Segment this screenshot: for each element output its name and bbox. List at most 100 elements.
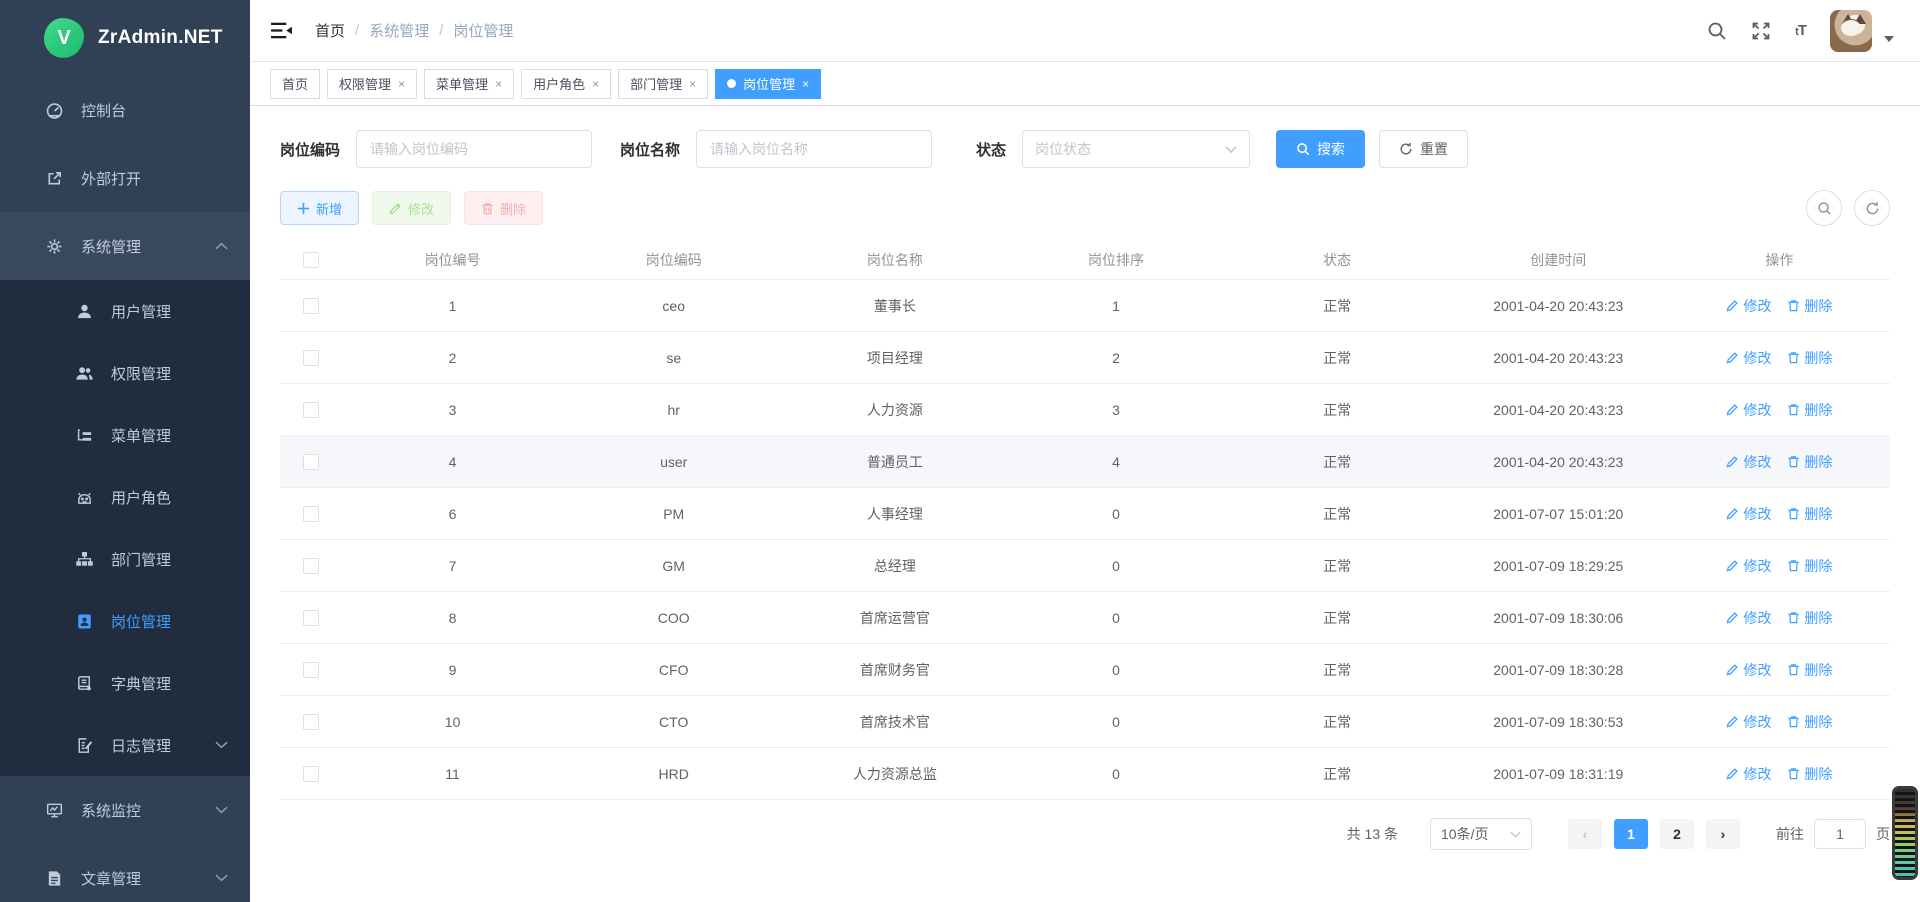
delete-link[interactable]: 删除 [1787, 296, 1832, 316]
sidebar-item-post-management[interactable]: 岗位管理 [0, 590, 250, 652]
sidebar-item-department-management[interactable]: 部门管理 [0, 528, 250, 590]
search-icon[interactable] [1707, 21, 1727, 41]
tab-permission[interactable]: 权限管理 × [327, 69, 417, 99]
page-button-2[interactable]: 2 [1660, 819, 1694, 849]
font-size-icon[interactable]: tT [1795, 22, 1806, 39]
row-checkbox[interactable] [303, 350, 319, 366]
delete-link[interactable]: 删除 [1787, 608, 1832, 628]
edit-link[interactable]: 修改 [1726, 400, 1771, 420]
external-link-icon [44, 168, 64, 188]
sidebar-item-system-monitoring[interactable]: 系统监控 [0, 776, 250, 844]
prev-page-button[interactable]: ‹ [1568, 819, 1602, 849]
cell-post-sort: 2 [1005, 350, 1226, 366]
edit-link[interactable]: 修改 [1726, 452, 1771, 472]
sidebar-item-log-management[interactable]: 日志管理 [0, 714, 250, 776]
delete-link[interactable]: 删除 [1787, 348, 1832, 368]
row-checkbox[interactable] [303, 662, 319, 678]
sidebar-item-dashboard[interactable]: 控制台 [0, 76, 250, 144]
search-button[interactable]: 搜索 [1276, 130, 1365, 168]
row-checkbox[interactable] [303, 610, 319, 626]
delete-link[interactable]: 删除 [1787, 452, 1832, 472]
edit-link[interactable]: 修改 [1726, 348, 1771, 368]
goto-page-input[interactable] [1814, 819, 1866, 849]
refresh-icon[interactable] [1854, 190, 1890, 226]
post-code-input[interactable] [356, 130, 592, 168]
status-select[interactable]: 岗位状态 [1022, 130, 1250, 168]
table-row[interactable]: 7 GM 总经理 0 正常 2001-07-09 18:29:25 修改 删除 [280, 540, 1890, 592]
collapse-sidebar-icon[interactable] [270, 21, 293, 40]
breadcrumb-home[interactable]: 首页 [315, 20, 345, 41]
sidebar-item-system-management[interactable]: 系统管理 [0, 212, 250, 280]
top-bar: 首页 / 系统管理 / 岗位管理 tT [250, 0, 1920, 62]
delete-link[interactable]: 删除 [1787, 764, 1832, 784]
sidebar-item-menu-management[interactable]: 菜单管理 [0, 404, 250, 466]
reset-button[interactable]: 重置 [1379, 130, 1468, 168]
tab-user-role[interactable]: 用户角色 × [521, 69, 611, 99]
cell-status: 正常 [1227, 660, 1448, 680]
table-row[interactable]: 6 PM 人事经理 0 正常 2001-07-07 15:01:20 修改 删除 [280, 488, 1890, 540]
table-row[interactable]: 1 ceo 董事长 1 正常 2001-04-20 20:43:23 修改 删除 [280, 280, 1890, 332]
sidebar-item-label: 岗位管理 [111, 611, 171, 632]
delete-button[interactable]: 删除 [464, 191, 543, 225]
row-checkbox[interactable] [303, 714, 319, 730]
edit-link[interactable]: 修改 [1726, 296, 1771, 316]
caret-down-icon[interactable] [1884, 36, 1894, 42]
delete-link[interactable]: 删除 [1787, 660, 1832, 680]
edit-link[interactable]: 修改 [1726, 660, 1771, 680]
cell-post-id: 3 [342, 402, 563, 418]
delete-link[interactable]: 删除 [1787, 556, 1832, 576]
add-button[interactable]: 新增 [280, 191, 359, 225]
row-checkbox[interactable] [303, 298, 319, 314]
delete-link[interactable]: 删除 [1787, 504, 1832, 524]
row-checkbox[interactable] [303, 766, 319, 782]
select-all-checkbox[interactable] [303, 252, 319, 268]
table-row[interactable]: 4 user 普通员工 4 正常 2001-04-20 20:43:23 修改 … [280, 436, 1890, 488]
cell-created-time: 2001-07-09 18:31:19 [1448, 766, 1669, 782]
close-icon[interactable]: × [689, 77, 696, 91]
table-row[interactable]: 10 CTO 首席技术官 0 正常 2001-07-09 18:30:53 修改… [280, 696, 1890, 748]
avatar[interactable] [1830, 10, 1872, 52]
edit-link[interactable]: 修改 [1726, 608, 1771, 628]
tab-home[interactable]: 首页 [270, 69, 320, 99]
table-row[interactable]: 9 CFO 首席财务官 0 正常 2001-07-09 18:30:28 修改 … [280, 644, 1890, 696]
fullscreen-icon[interactable] [1751, 21, 1771, 41]
cell-created-time: 2001-04-20 20:43:23 [1448, 454, 1669, 470]
row-checkbox[interactable] [303, 506, 319, 522]
close-icon[interactable]: × [495, 77, 502, 91]
post-name-label: 岗位名称 [620, 139, 680, 160]
edit-button[interactable]: 修改 [372, 191, 451, 225]
post-name-input[interactable] [696, 130, 932, 168]
show-search-icon[interactable] [1806, 190, 1842, 226]
sidebar-item-external-open[interactable]: 外部打开 [0, 144, 250, 212]
tab-menu[interactable]: 菜单管理 × [424, 69, 514, 99]
sidebar-item-user-management[interactable]: 用户管理 [0, 280, 250, 342]
delete-link[interactable]: 删除 [1787, 712, 1832, 732]
edit-link[interactable]: 修改 [1726, 504, 1771, 524]
close-icon[interactable]: × [592, 77, 599, 91]
row-checkbox[interactable] [303, 558, 319, 574]
page-button-1[interactable]: 1 [1614, 819, 1648, 849]
edit-link[interactable]: 修改 [1726, 556, 1771, 576]
table-row[interactable]: 3 hr 人力资源 3 正常 2001-04-20 20:43:23 修改 删除 [280, 384, 1890, 436]
close-icon[interactable]: × [802, 77, 809, 91]
row-checkbox[interactable] [303, 454, 319, 470]
row-checkbox[interactable] [303, 402, 319, 418]
sidebar-item-user-role[interactable]: 用户角色 [0, 466, 250, 528]
table-row[interactable]: 8 COO 首席运营官 0 正常 2001-07-09 18:30:06 修改 … [280, 592, 1890, 644]
page-size-select[interactable]: 10条/页 [1430, 818, 1532, 850]
tab-department[interactable]: 部门管理 × [618, 69, 708, 99]
close-icon[interactable]: × [398, 77, 405, 91]
sidebar-item-dictionary-management[interactable]: 字典管理 [0, 652, 250, 714]
tab-post[interactable]: 岗位管理 × [715, 69, 821, 99]
delete-link[interactable]: 删除 [1787, 400, 1832, 420]
sidebar-item-permission-management[interactable]: 权限管理 [0, 342, 250, 404]
breadcrumb-post: 岗位管理 [453, 20, 513, 41]
sidebar-item-label: 系统管理 [81, 236, 141, 257]
table-row[interactable]: 2 se 项目经理 2 正常 2001-04-20 20:43:23 修改 删除 [280, 332, 1890, 384]
edit-link[interactable]: 修改 [1726, 712, 1771, 732]
app-logo[interactable]: V ZrAdmin.NET [0, 0, 250, 76]
sidebar-item-article-management[interactable]: 文章管理 [0, 844, 250, 902]
next-page-button[interactable]: › [1706, 819, 1740, 849]
table-row[interactable]: 11 HRD 人力资源总监 0 正常 2001-07-09 18:31:19 修… [280, 748, 1890, 800]
edit-link[interactable]: 修改 [1726, 764, 1771, 784]
